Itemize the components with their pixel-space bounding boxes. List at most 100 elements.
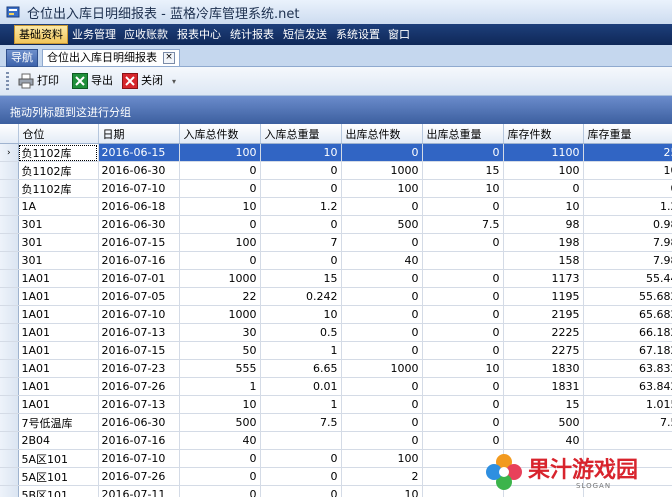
menu-sms[interactable]: 短信发送 xyxy=(279,26,331,43)
table-cell[interactable]: 7.5 xyxy=(422,215,504,234)
table-cell[interactable]: 5A区101 xyxy=(18,449,99,468)
table-row[interactable]: 1A012016-07-0110001500117355.44 xyxy=(0,269,672,288)
table-cell[interactable]: 0 xyxy=(260,251,342,270)
column-header[interactable]: 入库总重量 xyxy=(260,124,342,144)
table-cell[interactable]: 100 xyxy=(179,233,261,252)
table-cell[interactable]: 2225 xyxy=(503,323,584,342)
table-cell[interactable]: 2016-06-30 xyxy=(98,215,180,234)
table-cell[interactable]: 1A01 xyxy=(18,287,99,306)
table-cell[interactable]: 1A01 xyxy=(18,377,99,396)
export-button[interactable]: 导出 xyxy=(72,72,113,90)
table-cell[interactable]: 2016-07-16 xyxy=(98,251,180,270)
table-cell[interactable]: 65.682 xyxy=(583,305,672,324)
row-indicator[interactable] xyxy=(0,485,19,497)
table-row[interactable]: 1A012016-07-235556.65100010183063.832 xyxy=(0,359,672,378)
table-cell[interactable]: 100 xyxy=(179,143,261,162)
table-cell[interactable]: 0.98 xyxy=(583,215,672,234)
table-cell[interactable]: 0 xyxy=(422,323,504,342)
table-cell[interactable]: 1000 xyxy=(179,269,261,288)
table-row[interactable]: 1A012016-07-1010001000219565.682 xyxy=(0,305,672,324)
table-cell[interactable]: 0 xyxy=(422,233,504,252)
table-cell[interactable]: 2B04 xyxy=(18,431,99,450)
table-cell[interactable]: 2275 xyxy=(503,341,584,360)
table-cell[interactable]: 0 xyxy=(179,161,261,180)
row-indicator[interactable] xyxy=(0,197,19,216)
table-cell[interactable]: 10 xyxy=(583,161,672,180)
table-row[interactable]: ›负1102库2016-06-151001000110025 xyxy=(0,143,672,162)
tab-navigation[interactable]: 导航 xyxy=(6,49,38,67)
table-cell[interactable]: 2016-07-10 xyxy=(98,179,180,198)
table-cell[interactable]: 0 xyxy=(341,269,423,288)
table-cell[interactable]: 负1102库 xyxy=(18,143,99,162)
table-cell[interactable]: 2016-07-26 xyxy=(98,377,180,396)
table-cell[interactable]: 2016-06-30 xyxy=(98,161,180,180)
table-row[interactable]: 1A012016-07-1310100151.015 xyxy=(0,395,672,414)
table-cell[interactable]: 2016-07-05 xyxy=(98,287,180,306)
table-cell[interactable]: 0 xyxy=(341,413,423,432)
table-cell[interactable]: 1A01 xyxy=(18,341,99,360)
table-cell[interactable]: 0 xyxy=(422,431,504,450)
table-cell[interactable]: 1A01 xyxy=(18,395,99,414)
table-cell[interactable]: 2016-06-15 xyxy=(98,143,180,162)
table-cell[interactable]: 301 xyxy=(18,251,99,270)
group-by-panel[interactable]: 拖动列标题到这进行分组 xyxy=(0,96,672,124)
menu-statistics[interactable]: 统计报表 xyxy=(226,26,278,43)
table-cell[interactable]: 0 xyxy=(179,251,261,270)
column-header[interactable]: 入库总件数 xyxy=(179,124,261,144)
table-cell[interactable]: 2016-06-30 xyxy=(98,413,180,432)
table-cell[interactable]: 500 xyxy=(179,413,261,432)
table-cell[interactable]: 0.01 xyxy=(260,377,342,396)
table-cell[interactable]: 0 xyxy=(341,287,423,306)
table-cell[interactable]: 2016-07-26 xyxy=(98,467,180,486)
row-indicator[interactable] xyxy=(0,215,19,234)
table-row[interactable]: 2B04 2016-07-16 40 0 0 40 xyxy=(0,431,672,450)
menu-business[interactable]: 业务管理 xyxy=(68,26,120,43)
table-cell[interactable]: 负1102库 xyxy=(18,179,99,198)
table-cell[interactable]: 0 xyxy=(260,467,342,486)
table-cell[interactable]: 10 xyxy=(503,197,584,216)
table-cell[interactable]: 1 xyxy=(179,377,261,396)
table-cell[interactable]: 10 xyxy=(260,143,342,162)
row-indicator[interactable] xyxy=(0,233,19,252)
table-cell[interactable]: 负1102库 xyxy=(18,161,99,180)
table-cell[interactable]: 2016-07-23 xyxy=(98,359,180,378)
table-row[interactable]: 1A012016-07-2610.0100183163.842 xyxy=(0,377,672,396)
table-cell[interactable]: 1A01 xyxy=(18,305,99,324)
row-indicator[interactable] xyxy=(0,395,19,414)
table-cell[interactable]: 0 xyxy=(503,179,584,198)
table-cell[interactable]: 0 xyxy=(422,341,504,360)
row-indicator[interactable] xyxy=(0,287,19,306)
table-cell[interactable]: 2016-07-10 xyxy=(98,305,180,324)
table-cell[interactable]: 0 xyxy=(341,143,423,162)
table-row[interactable]: 3012016-06-30005007.5980.98 xyxy=(0,215,672,234)
row-indicator[interactable] xyxy=(0,413,19,432)
table-cell[interactable]: 1000 xyxy=(341,161,423,180)
table-cell[interactable]: 555 xyxy=(179,359,261,378)
table-cell[interactable]: 2016-07-13 xyxy=(98,323,180,342)
table-cell[interactable]: 2 xyxy=(341,467,423,486)
table-cell[interactable]: 0 xyxy=(260,179,342,198)
table-cell[interactable]: 5A区101 xyxy=(18,467,99,486)
row-indicator[interactable] xyxy=(0,467,19,486)
table-cell[interactable]: 55.682 xyxy=(583,287,672,306)
table-cell[interactable]: 0 xyxy=(260,215,342,234)
row-indicator[interactable] xyxy=(0,341,19,360)
table-cell[interactable]: 2016-07-15 xyxy=(98,341,180,360)
table-cell[interactable]: 0 xyxy=(422,395,504,414)
table-cell[interactable]: 0 xyxy=(179,485,261,497)
table-cell[interactable]: 55.44 xyxy=(583,269,672,288)
table-cell[interactable]: 1.2 xyxy=(583,197,672,216)
table-cell[interactable]: 1.2 xyxy=(260,197,342,216)
row-indicator[interactable] xyxy=(0,377,19,396)
table-cell[interactable]: 1A xyxy=(18,197,99,216)
row-indicator[interactable] xyxy=(0,359,19,378)
tab-report[interactable]: 仓位出入库日明细报表 × xyxy=(42,49,180,66)
table-cell[interactable]: 10 xyxy=(422,359,504,378)
table-cell[interactable]: 0 xyxy=(341,377,423,396)
table-cell[interactable]: 0 xyxy=(179,215,261,234)
table-cell[interactable]: 10 xyxy=(341,485,423,497)
menu-basic-data[interactable]: 基础资料 xyxy=(14,25,68,44)
row-indicator[interactable] xyxy=(0,305,19,324)
menu-receivables[interactable]: 应收账款 xyxy=(120,26,172,43)
row-indicator[interactable] xyxy=(0,161,19,180)
